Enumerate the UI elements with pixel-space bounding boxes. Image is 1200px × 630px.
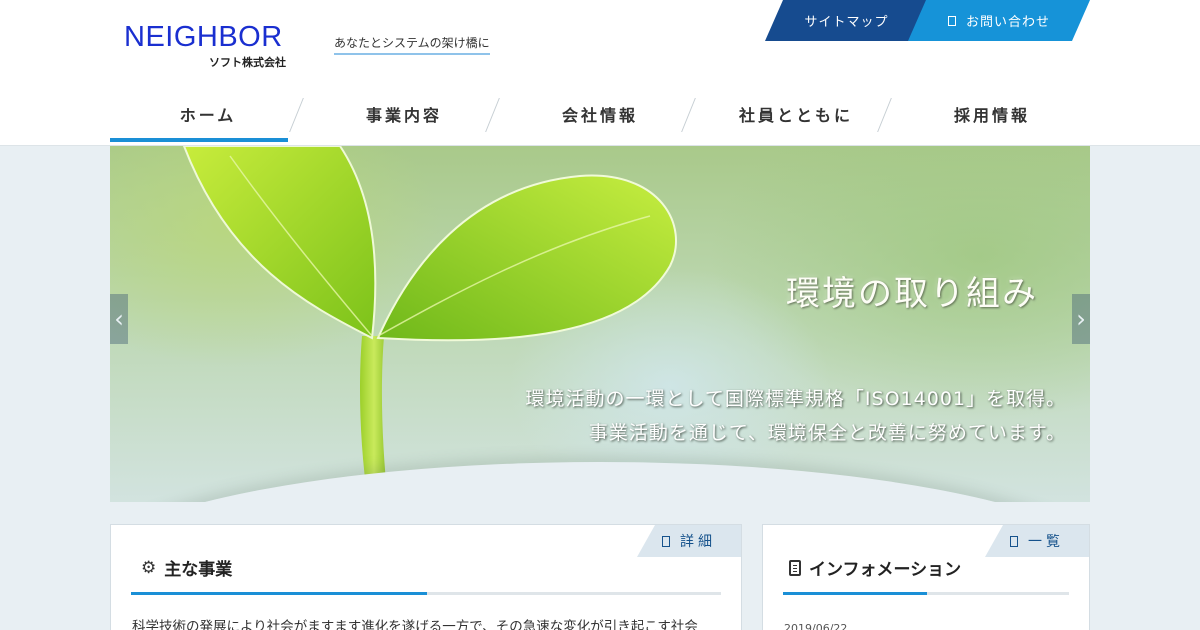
business-panel: 詳細 ⚙ 主な事業 科学技術の発展により社会がますます進化を遂げる一方で、その急… bbox=[110, 524, 742, 630]
hero-slider: 環境の取り組み 環境活動の一環として国際標準規格「ISO14001」を取得。 事… bbox=[110, 146, 1090, 502]
nav-item-business[interactable]: 事業内容 bbox=[306, 86, 502, 142]
contact-button[interactable]: お問い合わせ bbox=[908, 0, 1090, 41]
information-panel: 一覧 インフォメーション 2019/06/22 bbox=[762, 524, 1090, 630]
sprout-illustration bbox=[182, 146, 677, 502]
slide-caption-line1: 環境活動の一環として国際標準規格「ISO14001」を取得。 bbox=[525, 388, 1066, 410]
chevron-right-icon: › bbox=[1076, 305, 1086, 333]
business-detail-button[interactable]: 詳細 bbox=[637, 525, 741, 557]
list-icon bbox=[1010, 535, 1018, 547]
site-tagline: あなたとシステムの架け橋に bbox=[334, 34, 490, 55]
heading-underline bbox=[131, 592, 721, 595]
nav-item-label: 採用情報 bbox=[953, 106, 1030, 125]
list-label: 一覧 bbox=[1028, 534, 1064, 550]
information-list-button[interactable]: 一覧 bbox=[985, 525, 1089, 557]
hero-image bbox=[110, 146, 1090, 502]
sitemap-button[interactable]: サイトマップ bbox=[765, 0, 928, 41]
contact-label: お問い合わせ bbox=[965, 15, 1050, 30]
document-icon bbox=[789, 559, 801, 576]
heading-underline bbox=[783, 592, 1069, 595]
slide-title: 環境の取り組み bbox=[786, 274, 1038, 314]
nav-item-label: ホーム bbox=[179, 106, 237, 125]
nav-item-company[interactable]: 会社情報 bbox=[502, 86, 698, 142]
global-nav: ホーム 事業内容 会社情報 社員とともに 採用情報 bbox=[110, 86, 1090, 142]
news-date: 2019/06/22 bbox=[784, 622, 848, 630]
information-heading-text: インフォメーション bbox=[809, 560, 962, 580]
nav-item-label: 社員とともに bbox=[738, 106, 853, 125]
nav-item-label: 会社情報 bbox=[561, 106, 638, 125]
business-heading: ⚙ 主な事業 bbox=[141, 555, 233, 581]
business-heading-text: 主な事業 bbox=[164, 560, 233, 580]
gear-icon: ⚙ bbox=[141, 557, 157, 578]
information-heading: インフォメーション bbox=[789, 555, 961, 580]
slider-prev-button[interactable]: ‹ bbox=[110, 294, 128, 344]
sitemap-label: サイトマップ bbox=[804, 15, 889, 30]
slide-caption-line2: 事業活動を通じて、環境保全と改善に努めています。 bbox=[588, 422, 1066, 444]
nav-item-home[interactable]: ホーム bbox=[110, 86, 306, 142]
logo-wordmark: NEIGHBOR bbox=[124, 21, 283, 53]
detail-label: 詳細 bbox=[680, 534, 716, 550]
site-logo[interactable]: NEIGHBOR ソフト株式会社 bbox=[124, 22, 304, 72]
document-icon bbox=[662, 535, 670, 547]
nav-item-label: 事業内容 bbox=[365, 106, 442, 125]
business-intro-text: 科学技術の発展により社会がますます進化を遂げる一方で、その急速な変化が引き起こす… bbox=[132, 619, 698, 630]
site-header: NEIGHBOR ソフト株式会社 あなたとシステムの架け橋に サイトマップ お問… bbox=[0, 0, 1200, 146]
logo-company-name: ソフト株式会社 bbox=[209, 56, 286, 69]
nav-item-employees[interactable]: 社員とともに bbox=[698, 86, 894, 142]
slider-next-button[interactable]: › bbox=[1072, 294, 1090, 344]
nav-item-recruit[interactable]: 採用情報 bbox=[894, 86, 1090, 142]
mail-icon bbox=[948, 16, 956, 26]
chevron-left-icon: ‹ bbox=[114, 305, 124, 333]
